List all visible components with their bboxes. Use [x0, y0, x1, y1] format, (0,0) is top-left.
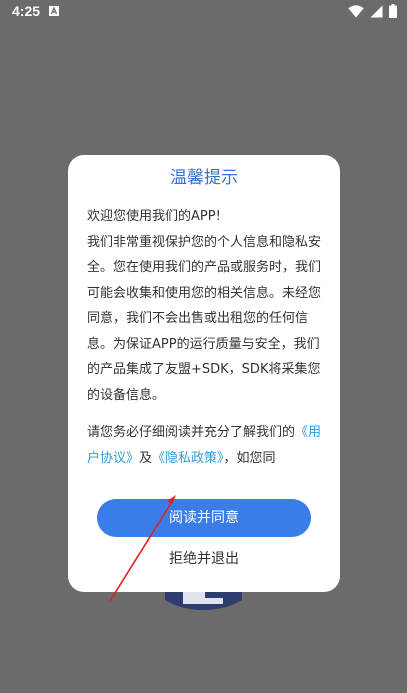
dialog-paragraph-2: 请您务必仔细阅读并充分了解我们的《用户协议》及《隐私政策》，如您同 — [87, 420, 327, 471]
paragraph2-prefix: 请您务必仔细阅读并充分了解我们的 — [87, 425, 296, 440]
status-icons — [348, 4, 397, 18]
status-bar: 4:25 — [0, 0, 407, 24]
agree-button[interactable]: 阅读并同意 — [97, 499, 311, 537]
dialog-intro: 欢迎您使用我们的APP! — [87, 209, 221, 224]
status-time: 4:25 — [12, 3, 41, 19]
privacy-policy-link[interactable]: 《隐私政策》 — [152, 451, 224, 466]
dialog-paragraph: 我们非常重视保护您的个人信息和隐私安全。您在使用我们的产品或服务时，我们可能会收… — [87, 234, 322, 403]
dialog-body[interactable]: 欢迎您使用我们的APP! 我们非常重视保护您的个人信息和隐私安全。您在使用我们的… — [87, 204, 327, 471]
and-text: 及 — [139, 450, 153, 466]
battery-icon — [389, 4, 397, 18]
signal-icon — [370, 5, 383, 17]
exit-button[interactable]: 拒绝并退出 — [128, 547, 280, 569]
notification-a-icon — [49, 6, 59, 16]
privacy-dialog: 温馨提示 欢迎您使用我们的APP! 我们非常重视保护您的个人信息和隐私安全。您在… — [68, 155, 340, 592]
dialog-title: 温馨提示 — [170, 168, 238, 188]
trailing-text: ，如您同 — [223, 450, 276, 466]
wifi-icon — [348, 4, 364, 17]
